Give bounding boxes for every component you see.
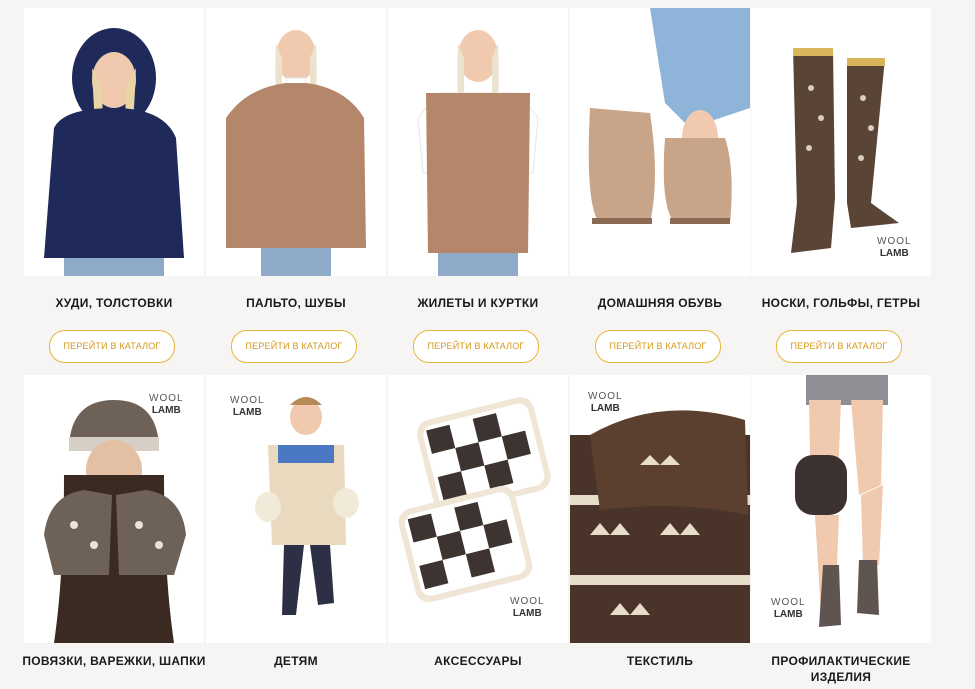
category-title[interactable]: НОСКИ, ГОЛЬФЫ, ГЕТРЫ (741, 295, 941, 311)
category-title[interactable]: ПРОФИЛАКТИЧЕСКИЕ ИЗДЕЛИЯ (741, 653, 941, 685)
wool-lamb-logo: WOOL LAMB (230, 395, 265, 418)
product-image[interactable]: WOOL LAMB (206, 375, 386, 643)
product-image[interactable]: WOOL LAMB (751, 375, 931, 643)
wool-lamb-logo: WOOL LAMB (877, 236, 912, 259)
wool-lamb-logo: WOOL LAMB (771, 597, 806, 620)
go-to-catalog-button[interactable]: ПЕРЕЙТИ В КАТАЛОГ (413, 330, 539, 363)
category-title[interactable]: ДЕТЯМ (196, 653, 396, 669)
product-image[interactable]: WOOL LAMB (570, 375, 750, 643)
wool-lamb-logo: WOOL LAMB (588, 391, 623, 414)
category-title[interactable]: ДОМАШНЯЯ ОБУВЬ (560, 295, 760, 311)
product-image[interactable] (570, 8, 750, 276)
go-to-catalog-button[interactable]: ПЕРЕЙТИ В КАТАЛОГ (595, 330, 721, 363)
category-title[interactable]: АКСЕССУАРЫ (378, 653, 578, 669)
go-to-catalog-button[interactable]: ПЕРЕЙТИ В КАТАЛОГ (49, 330, 175, 363)
product-image[interactable]: WOOL LAMB (24, 375, 204, 643)
product-image[interactable] (388, 8, 568, 276)
category-title[interactable]: ПОВЯЗКИ, ВАРЕЖКИ, ШАПКИ (14, 653, 214, 669)
category-title[interactable]: ХУДИ, ТОЛСТОВКИ (14, 295, 214, 311)
category-title[interactable]: ПАЛЬТО, ШУБЫ (196, 295, 396, 311)
category-title[interactable]: ТЕКСТИЛЬ (560, 653, 760, 669)
category-title[interactable]: ЖИЛЕТЫ И КУРТКИ (378, 295, 578, 311)
product-image[interactable] (24, 8, 204, 276)
wool-lamb-logo: WOOL LAMB (510, 596, 545, 619)
wool-lamb-logo: WOOL LAMB (149, 393, 184, 416)
category-grid: ХУДИ, ТОЛСТОВКИ ПЕРЕЙТИ В КАТАЛОГ ПАЛЬТО… (0, 0, 975, 689)
product-image[interactable]: WOOL LAMB (388, 375, 568, 643)
product-image[interactable]: WOOL LAMB (751, 8, 931, 276)
go-to-catalog-button[interactable]: ПЕРЕЙТИ В КАТАЛОГ (231, 330, 357, 363)
go-to-catalog-button[interactable]: ПЕРЕЙТИ В КАТАЛОГ (776, 330, 902, 363)
product-image[interactable] (206, 8, 386, 276)
